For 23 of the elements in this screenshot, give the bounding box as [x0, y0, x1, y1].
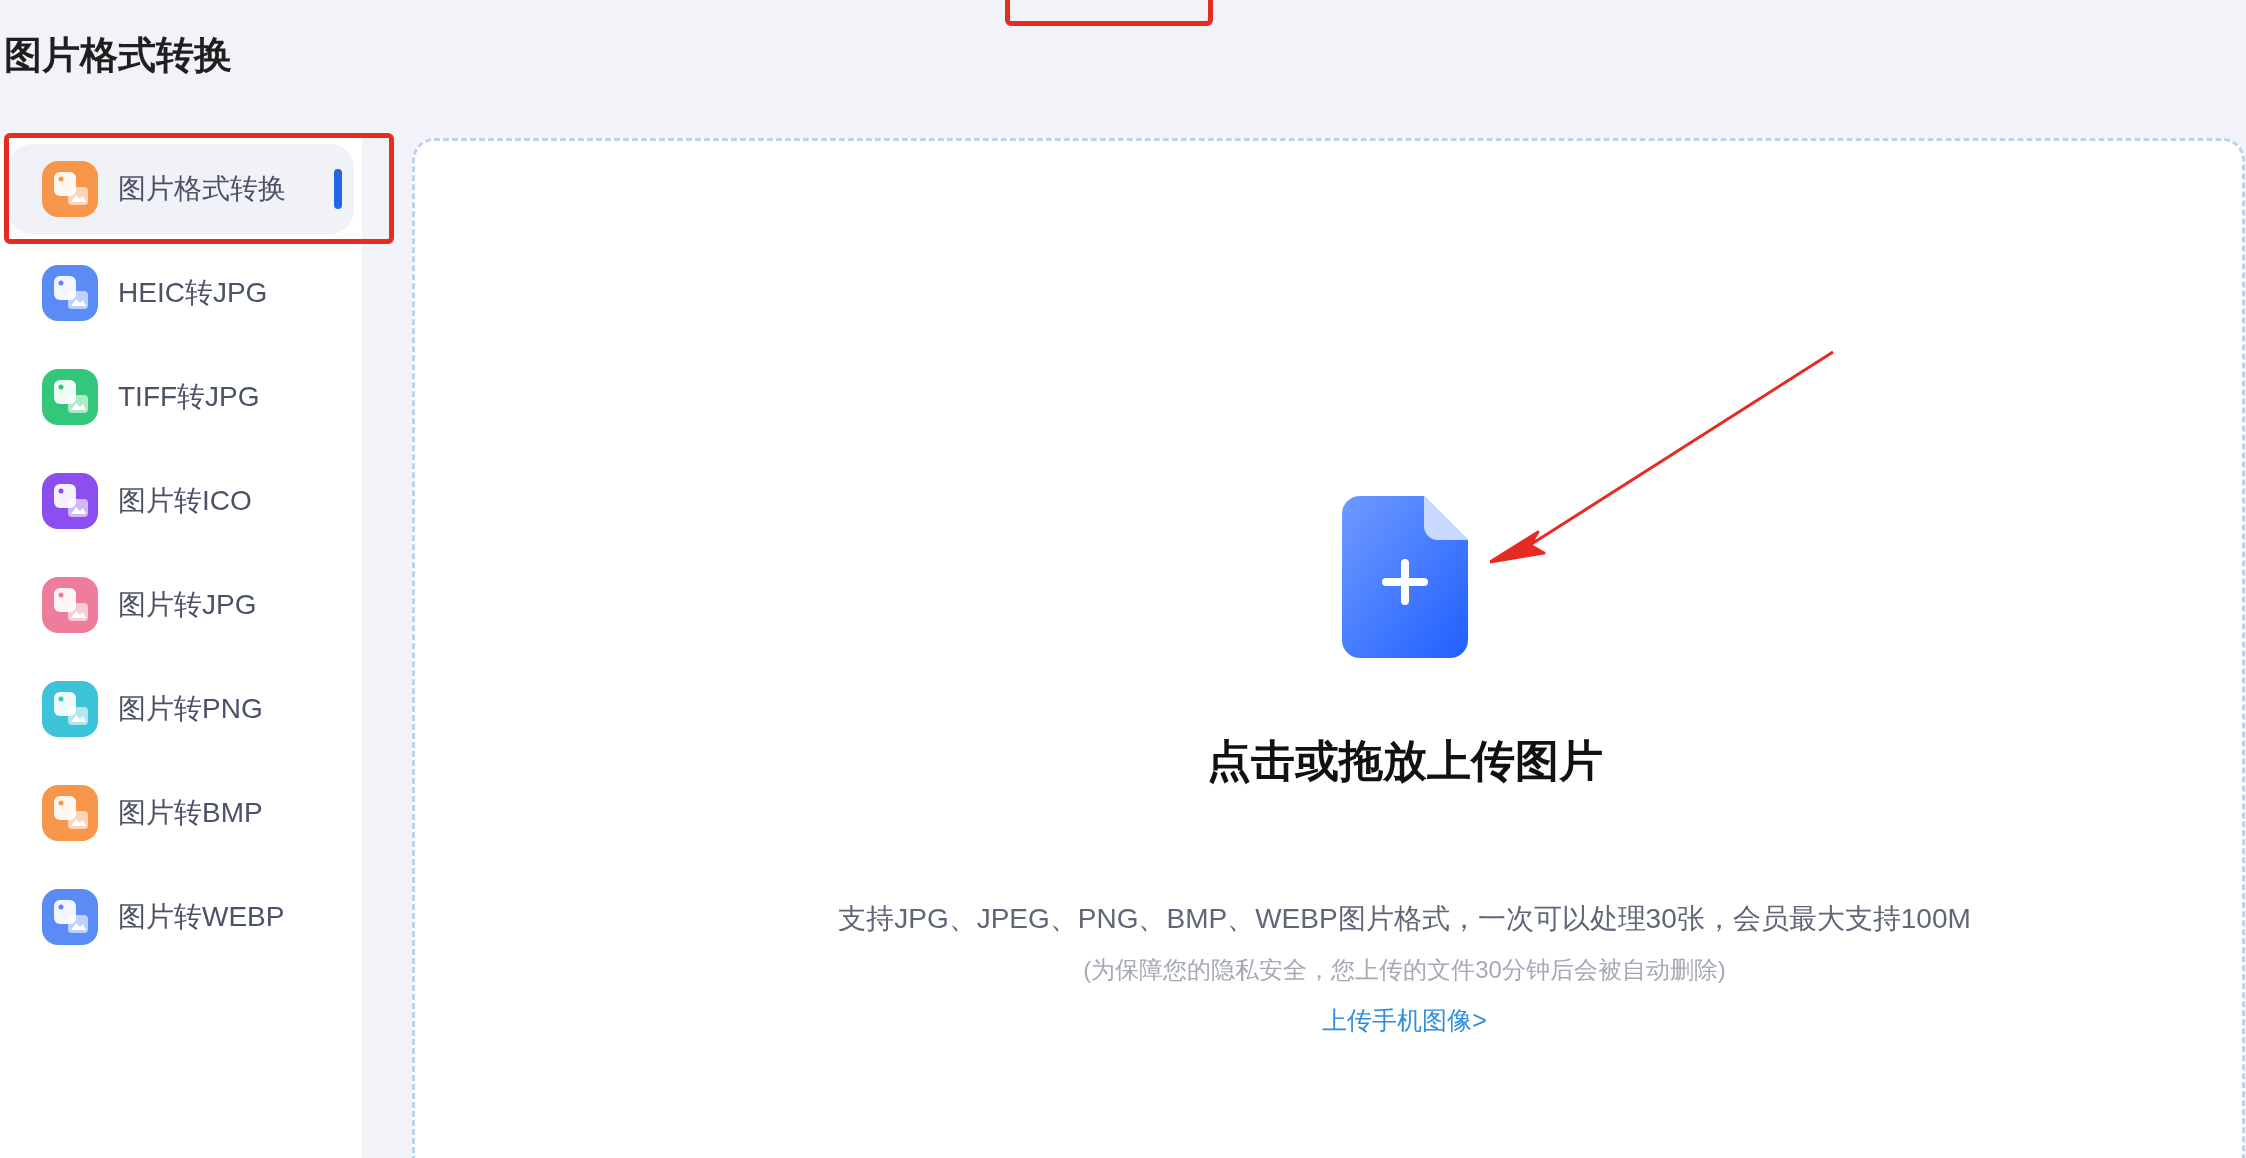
sidebar-item-label: TIFF转JPG: [118, 380, 260, 414]
sidebar-item[interactable]: 图片格式转换: [8, 144, 354, 234]
sidebar-item-label: 图片转PNG: [118, 692, 263, 726]
upload-dropzone[interactable]: 点击或拖放上传图片 支持JPG、JPEG、PNG、BMP、WEBP图片格式，一次可以处理30张，会员最大支持100M (为保障您的隐私安全，您上传的文件30分钟后会被自动删除) 上传手机图像>: [412, 138, 2245, 1158]
sidebar-item-label: 图片转ICO: [118, 484, 252, 518]
sidebar-item-label: 图片格式转换: [118, 172, 286, 206]
page-title: 图片格式转换: [3, 33, 232, 78]
sidebar-item[interactable]: TIFF转JPG: [8, 352, 354, 442]
active-indicator: [334, 169, 342, 209]
sidebar-item[interactable]: 图片转JPG: [8, 560, 354, 650]
sidebar-item[interactable]: 图片转PNG: [8, 664, 354, 754]
sidebar-item[interactable]: 图片转WEBP: [8, 872, 354, 962]
sidebar-item-label: 图片转BMP: [118, 796, 263, 830]
privacy-note: (为保障您的隐私安全，您上传的文件30分钟后会被自动删除): [1083, 955, 1726, 985]
supported-formats-text: 支持JPG、JPEG、PNG、BMP、WEBP图片格式，一次可以处理30张，会员最大支持100M: [838, 902, 1971, 936]
upload-title: 点击或拖放上传图片: [1206, 735, 1603, 787]
sidebar-item[interactable]: HEIC转JPG: [8, 248, 354, 338]
sidebar-item-label: HEIC转JPG: [118, 276, 268, 310]
sidebar-item[interactable]: 图片转BMP: [8, 768, 354, 858]
add-file-icon: [1341, 496, 1468, 658]
sidebar-item-label: 图片转WEBP: [118, 900, 285, 934]
sidebar-item-label: 图片转JPG: [118, 588, 257, 622]
sidebar-item[interactable]: 图片转ICO: [8, 456, 354, 546]
